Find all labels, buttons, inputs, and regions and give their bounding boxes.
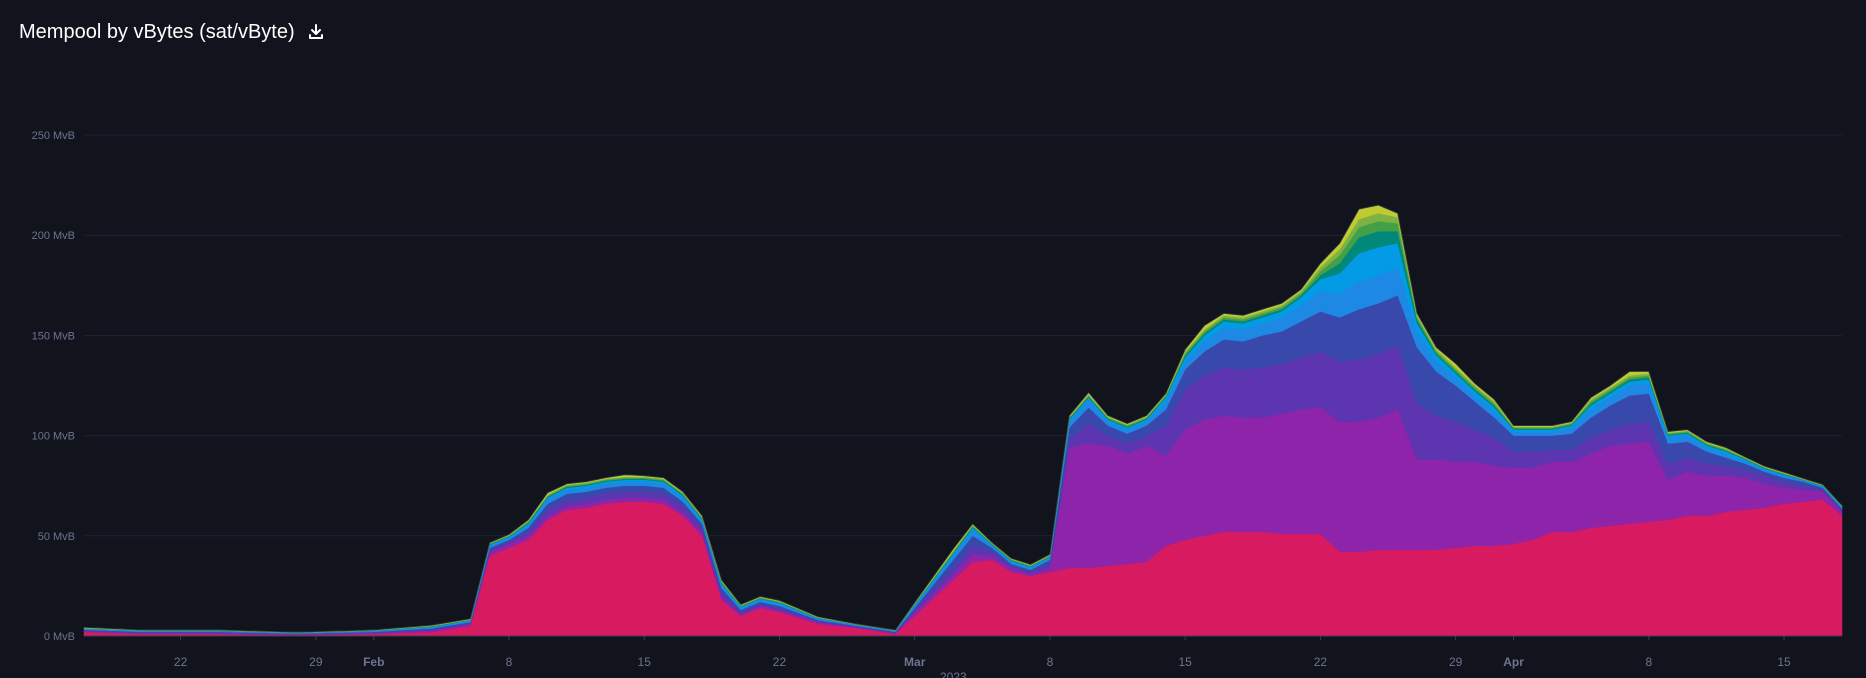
x-tick-label: 22 [773, 655, 787, 669]
x-tick-label: 15 [1178, 655, 1192, 669]
x-tick-label: 29 [309, 655, 323, 669]
chart-page: 0 MvB 50 MvB 100 MvB 150 MvB 200 MvB 250 MvB 2… [0, 0, 1866, 678]
x-month-label: Feb [363, 655, 384, 669]
x-tick-label: 8 [1047, 655, 1054, 669]
x-tick-label: 8 [1645, 655, 1652, 669]
x-month-label: Apr [1503, 655, 1524, 669]
y-tick-label: 250 MvB [32, 130, 75, 142]
x-tick-label: 22 [174, 655, 188, 669]
download-button[interactable] [307, 23, 325, 41]
x-tick-label: 29 [1449, 655, 1463, 669]
y-tick-label: 100 MvB [32, 431, 75, 443]
x-tick-label: 8 [506, 655, 513, 669]
y-tick-label: 150 MvB [32, 330, 75, 342]
x-month-label: Mar [904, 655, 926, 669]
y-tick-label: 0 MvB [44, 631, 75, 643]
download-icon [308, 24, 323, 39]
x-tick-label: 15 [1777, 655, 1791, 669]
mempool-chart: 0 MvB 50 MvB 100 MvB 150 MvB 200 MvB 250 MvB 2… [32, 130, 1843, 678]
chart-title: Mempool by vBytes (sat/vByte) [19, 21, 295, 43]
chart-header: Mempool by vBytes (sat/vByte) [19, 17, 325, 47]
x-tick-label: 22 [1314, 655, 1328, 669]
x-tick-label: 15 [638, 655, 652, 669]
stacked-area-series [83, 204, 1843, 637]
x-year-label: 2023 [940, 670, 967, 678]
y-tick-label: 50 MvB [38, 531, 75, 543]
y-tick-label: 200 MvB [32, 230, 75, 242]
